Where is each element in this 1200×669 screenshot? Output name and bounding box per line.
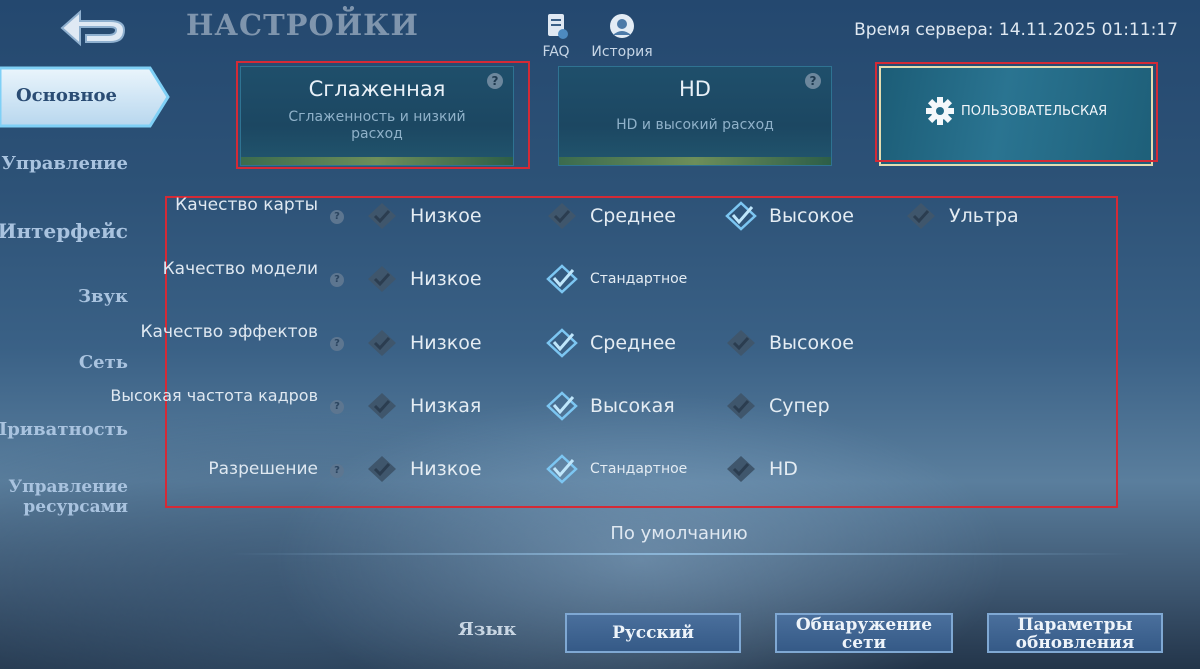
faq-icon <box>548 14 568 39</box>
option-model-standard[interactable]: Стандартное <box>546 264 716 294</box>
sidebar-item-resources[interactable]: Управление ресурсами <box>0 477 128 517</box>
help-icon[interactable]: ? <box>330 273 344 287</box>
resolution-label: Разрешение <box>208 459 318 479</box>
highlight-box-preset-custom <box>875 62 1158 162</box>
checkbox-icon <box>548 203 576 229</box>
checkbox-icon <box>727 456 755 482</box>
option-map-ultra[interactable]: Ультра <box>905 201 1045 231</box>
help-icon[interactable]: ? <box>805 73 821 89</box>
option-effects-high[interactable]: Высокое <box>725 328 875 358</box>
option-label: HD <box>769 458 798 480</box>
option-fps-high[interactable]: Высокая <box>546 391 686 421</box>
model-quality-label: Качество модели <box>162 259 318 279</box>
option-label: Низкое <box>410 332 482 354</box>
option-effects-medium[interactable]: Среднее <box>546 328 686 358</box>
faq-button[interactable]: FAQ <box>538 12 574 60</box>
update-settings-button[interactable]: Параметры обновления <box>987 613 1163 653</box>
help-icon[interactable]: ? <box>330 337 344 351</box>
option-effects-low[interactable]: Низкое <box>366 328 506 358</box>
checkbox-icon <box>727 393 755 419</box>
option-resolution-standard[interactable]: Стандартное <box>546 454 716 484</box>
map-quality-label: Качество карты <box>175 195 318 215</box>
checkbox-icon <box>368 266 396 292</box>
option-label: Ультра <box>949 205 1019 227</box>
checkbox-icon <box>368 456 396 482</box>
option-resolution-hd[interactable]: HD <box>725 454 845 484</box>
checkbox-icon <box>368 330 396 356</box>
language-label: Язык <box>458 619 517 640</box>
preset-preview-strip <box>559 157 831 165</box>
checkbox-checked-icon <box>546 328 578 358</box>
language-button[interactable]: Русский <box>565 613 741 653</box>
option-model-low[interactable]: Низкое <box>366 264 506 294</box>
high-fps-label: Высокая частота кадров <box>110 386 318 405</box>
preset-title: HD <box>679 77 711 101</box>
preset-subtitle: HD и высокий расход <box>616 117 774 133</box>
checkbox-icon <box>368 203 396 229</box>
sidebar-item-network[interactable]: Сеть <box>79 352 128 373</box>
option-fps-low[interactable]: Низкая <box>366 391 506 421</box>
sidebar-item-interface[interactable]: Интерфейс <box>0 219 128 243</box>
history-button[interactable]: История <box>586 12 658 60</box>
default-button[interactable]: По умолчанию <box>0 523 1200 544</box>
option-label: Высокое <box>769 205 854 227</box>
help-icon[interactable]: ? <box>330 464 344 478</box>
option-label: Низкое <box>410 458 482 480</box>
checkbox-icon <box>368 393 396 419</box>
faq-label: FAQ <box>542 44 570 60</box>
highlight-box-presets-smooth <box>236 61 530 169</box>
page-title: НАСТРОЙКИ <box>186 8 419 42</box>
back-button[interactable] <box>52 6 132 50</box>
option-map-low[interactable]: Низкое <box>366 201 506 231</box>
help-icon[interactable]: ? <box>330 210 344 224</box>
option-fps-super[interactable]: Супер <box>725 391 865 421</box>
default-divider <box>230 553 1130 555</box>
option-label: Низкое <box>410 205 482 227</box>
help-icon[interactable]: ? <box>330 400 344 414</box>
preset-hd[interactable]: HD HD и высокий расход ? <box>558 66 832 166</box>
sidebar-item-controls[interactable]: Управление <box>1 153 128 174</box>
sidebar-item-sound[interactable]: Звук <box>78 286 128 307</box>
option-label: Стандартное <box>590 271 688 287</box>
server-time: Время сервера: 14.11.2025 01:11:17 <box>854 20 1178 40</box>
option-label: Высокое <box>769 332 854 354</box>
sidebar-item-privacy[interactable]: Приватность <box>0 419 128 440</box>
checkbox-icon <box>907 203 935 229</box>
checkbox-checked-icon <box>546 454 578 484</box>
checkbox-checked-icon <box>725 201 757 231</box>
checkbox-checked-icon <box>546 391 578 421</box>
checkbox-checked-icon <box>546 264 578 294</box>
back-arrow-icon <box>60 9 126 47</box>
option-label: Среднее <box>590 332 676 354</box>
option-label: Среднее <box>590 205 676 227</box>
history-label: История <box>591 44 653 60</box>
effects-quality-label: Качество эффектов <box>140 322 318 342</box>
sidebar-item-label: Основное <box>16 85 117 106</box>
option-resolution-low[interactable]: Низкое <box>366 454 506 484</box>
option-map-high[interactable]: Высокое <box>725 201 875 231</box>
option-label: Низкая <box>410 395 482 417</box>
network-detect-button[interactable]: Обнаружение сети <box>775 613 953 653</box>
option-label: Стандартное <box>590 461 688 477</box>
history-icon <box>610 14 634 38</box>
checkbox-icon <box>727 330 755 356</box>
option-label: Высокая <box>590 395 675 417</box>
option-map-medium[interactable]: Среднее <box>546 201 686 231</box>
option-label: Супер <box>769 395 830 417</box>
sidebar-item-basic[interactable]: Основное <box>0 66 170 128</box>
option-label: Низкое <box>410 268 482 290</box>
